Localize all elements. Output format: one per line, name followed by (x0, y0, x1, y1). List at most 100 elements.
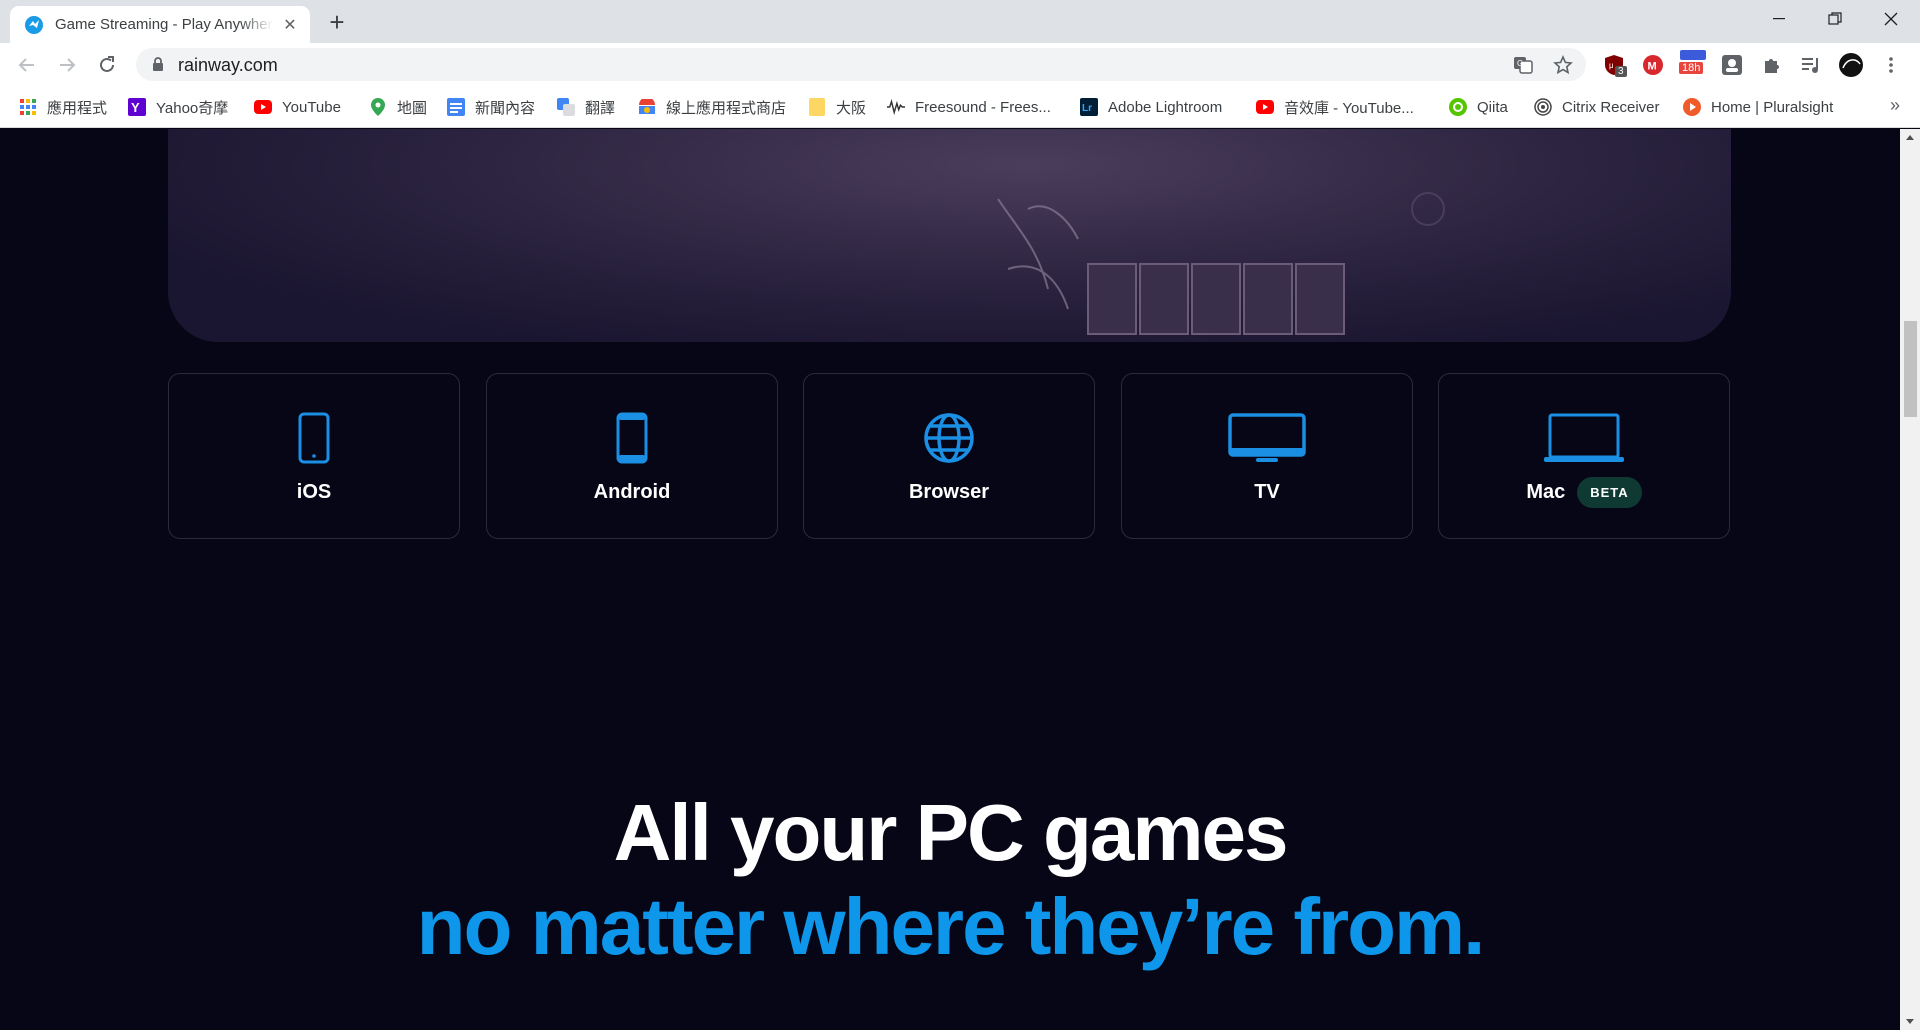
svg-text:Y: Y (131, 100, 140, 115)
minimize-icon (1773, 18, 1785, 20)
freesound-icon (887, 98, 905, 116)
back-button[interactable] (11, 49, 43, 81)
browser-toolbar: rainway.com G μ 3 M 18h (0, 43, 1920, 86)
google-news-icon (447, 98, 465, 116)
platform-card-ios[interactable]: iOS (168, 373, 460, 539)
bookmark-pluralsight[interactable]: Home | Pluralsight (1683, 96, 1833, 118)
game-screenshot-banner (168, 129, 1731, 342)
account-extension-icon[interactable] (1719, 52, 1745, 78)
bookmark-sound-library[interactable]: 音效庫 - YouTube... (1256, 96, 1414, 118)
calendar-badge: 18h (1679, 62, 1704, 74)
youtube-icon (254, 98, 272, 116)
folder-icon (808, 98, 826, 116)
bookmark-label: Citrix Receiver (1562, 98, 1660, 116)
scroll-down-arrow-icon[interactable] (1900, 1013, 1920, 1030)
yahoo-icon: Y (128, 98, 146, 116)
bookmark-apps[interactable]: 應用程式 (19, 96, 107, 118)
bookmark-label: 大阪 (836, 99, 867, 117)
bookmark-freesound[interactable]: Freesound - Frees... (887, 96, 1051, 118)
back-arrow-icon (18, 58, 34, 72)
platform-card-browser[interactable]: Browser (803, 373, 1095, 539)
svg-text:μ: μ (1609, 61, 1614, 70)
mega-extension-icon[interactable]: M (1640, 52, 1666, 78)
translate-icon (557, 98, 575, 116)
bookmark-news[interactable]: 新聞內容 (447, 96, 535, 118)
platform-card-android[interactable]: Android (486, 373, 778, 539)
bookmark-label: Adobe Lightroom (1108, 98, 1223, 116)
page-scrollbar[interactable] (1900, 129, 1920, 1030)
lock-icon[interactable] (152, 57, 164, 72)
bookmark-label: Home | Pluralsight (1711, 98, 1834, 116)
platform-label: TV (1254, 480, 1280, 503)
svg-text:G: G (1517, 59, 1523, 68)
page-content: iOS Android Browser TV Mac BETA All your… (0, 129, 1900, 1030)
media-queue-icon[interactable] (1798, 52, 1824, 78)
close-icon (1884, 12, 1898, 26)
url-text[interactable]: rainway.com (178, 55, 278, 76)
more-bookmarks-icon[interactable]: » (1890, 95, 1900, 116)
svg-text:M: M (1648, 61, 1657, 73)
game-artwork-image (997, 192, 1445, 335)
platform-card-mac[interactable]: Mac BETA (1438, 373, 1730, 539)
forward-arrow-icon (60, 58, 76, 72)
new-tab-button[interactable]: + (322, 8, 352, 38)
ublock-extension-icon[interactable]: μ 3 (1601, 52, 1627, 78)
bookmark-folder-osaka[interactable]: 大阪 (808, 96, 866, 118)
address-bar[interactable]: rainway.com G (136, 48, 1586, 81)
close-tab-icon[interactable]: ✕ (280, 15, 300, 35)
scrollbar-thumb[interactable] (1904, 321, 1917, 417)
calendar-extension-icon[interactable]: 18h (1678, 50, 1708, 78)
reload-button[interactable] (91, 49, 123, 81)
minimize-button[interactable] (1751, 0, 1807, 38)
citrix-icon (1534, 98, 1552, 116)
bookmark-maps[interactable]: 地圖 (369, 96, 427, 118)
bookmark-label: Qiita (1477, 98, 1508, 116)
bookmark-label: YouTube (282, 98, 341, 116)
bookmark-qiita[interactable]: Qiita (1449, 96, 1508, 118)
rainway-favicon-icon (25, 15, 43, 34)
qiita-icon (1449, 98, 1467, 116)
bookmark-webstore[interactable]: 線上應用程式商店 (638, 96, 786, 118)
pluralsight-icon (1683, 98, 1701, 116)
platform-label: Android (593, 480, 671, 503)
webstore-icon (638, 98, 656, 116)
bookmarks-bar: 應用程式 Y Yahoo奇摩 YouTube 地圖 新聞內容 翻譯 線上應用程式… (0, 86, 1920, 128)
platform-label: iOS (296, 480, 332, 503)
bookmark-youtube[interactable]: YouTube (254, 96, 341, 118)
bookmark-label: 音效庫 - YouTube... (1284, 99, 1414, 117)
bookmark-label: Freesound - Frees... (915, 98, 1051, 116)
globe-icon (924, 413, 974, 463)
bookmark-translate[interactable]: 翻譯 (557, 96, 615, 118)
bookmark-label: Yahoo奇摩 (156, 99, 229, 117)
profile-avatar[interactable] (1838, 52, 1864, 78)
bookmark-label: 應用程式 (47, 99, 108, 117)
android-phone-icon (616, 412, 648, 464)
bookmark-label: 新聞內容 (475, 99, 536, 117)
platform-card-tv[interactable]: TV (1121, 373, 1413, 539)
platform-label: Mac (1526, 480, 1566, 503)
scroll-up-arrow-icon[interactable] (1900, 129, 1920, 146)
browser-tab[interactable]: Game Streaming - Play Anywhere ✕ (10, 6, 310, 43)
forward-button[interactable] (51, 49, 83, 81)
bookmark-label: 線上應用程式商店 (666, 99, 787, 117)
browser-menu-icon[interactable] (1878, 52, 1904, 78)
extensions-puzzle-icon[interactable] (1759, 52, 1785, 78)
headline-line-1: All your PC games (613, 788, 1289, 877)
tv-icon (1228, 413, 1306, 462)
translate-page-icon[interactable]: G (1512, 54, 1534, 76)
restore-icon (1828, 12, 1842, 25)
apps-grid-icon (19, 98, 37, 116)
bookmark-lightroom[interactable]: Lr Adobe Lightroom (1080, 96, 1222, 118)
tab-strip: Game Streaming - Play Anywhere ✕ + (0, 0, 1920, 43)
reload-icon (100, 56, 114, 72)
svg-text:Lr: Lr (1082, 103, 1092, 114)
restore-button[interactable] (1807, 0, 1863, 38)
lightroom-icon: Lr (1080, 98, 1098, 116)
maps-pin-icon (369, 98, 387, 116)
bookmark-citrix[interactable]: Citrix Receiver (1534, 96, 1660, 118)
close-window-button[interactable] (1863, 0, 1919, 38)
headline-line-2: no matter where they’re from. (416, 882, 1486, 971)
youtube-icon (1256, 98, 1274, 116)
bookmark-star-icon[interactable] (1552, 54, 1574, 76)
bookmark-yahoo[interactable]: Y Yahoo奇摩 (128, 96, 228, 118)
